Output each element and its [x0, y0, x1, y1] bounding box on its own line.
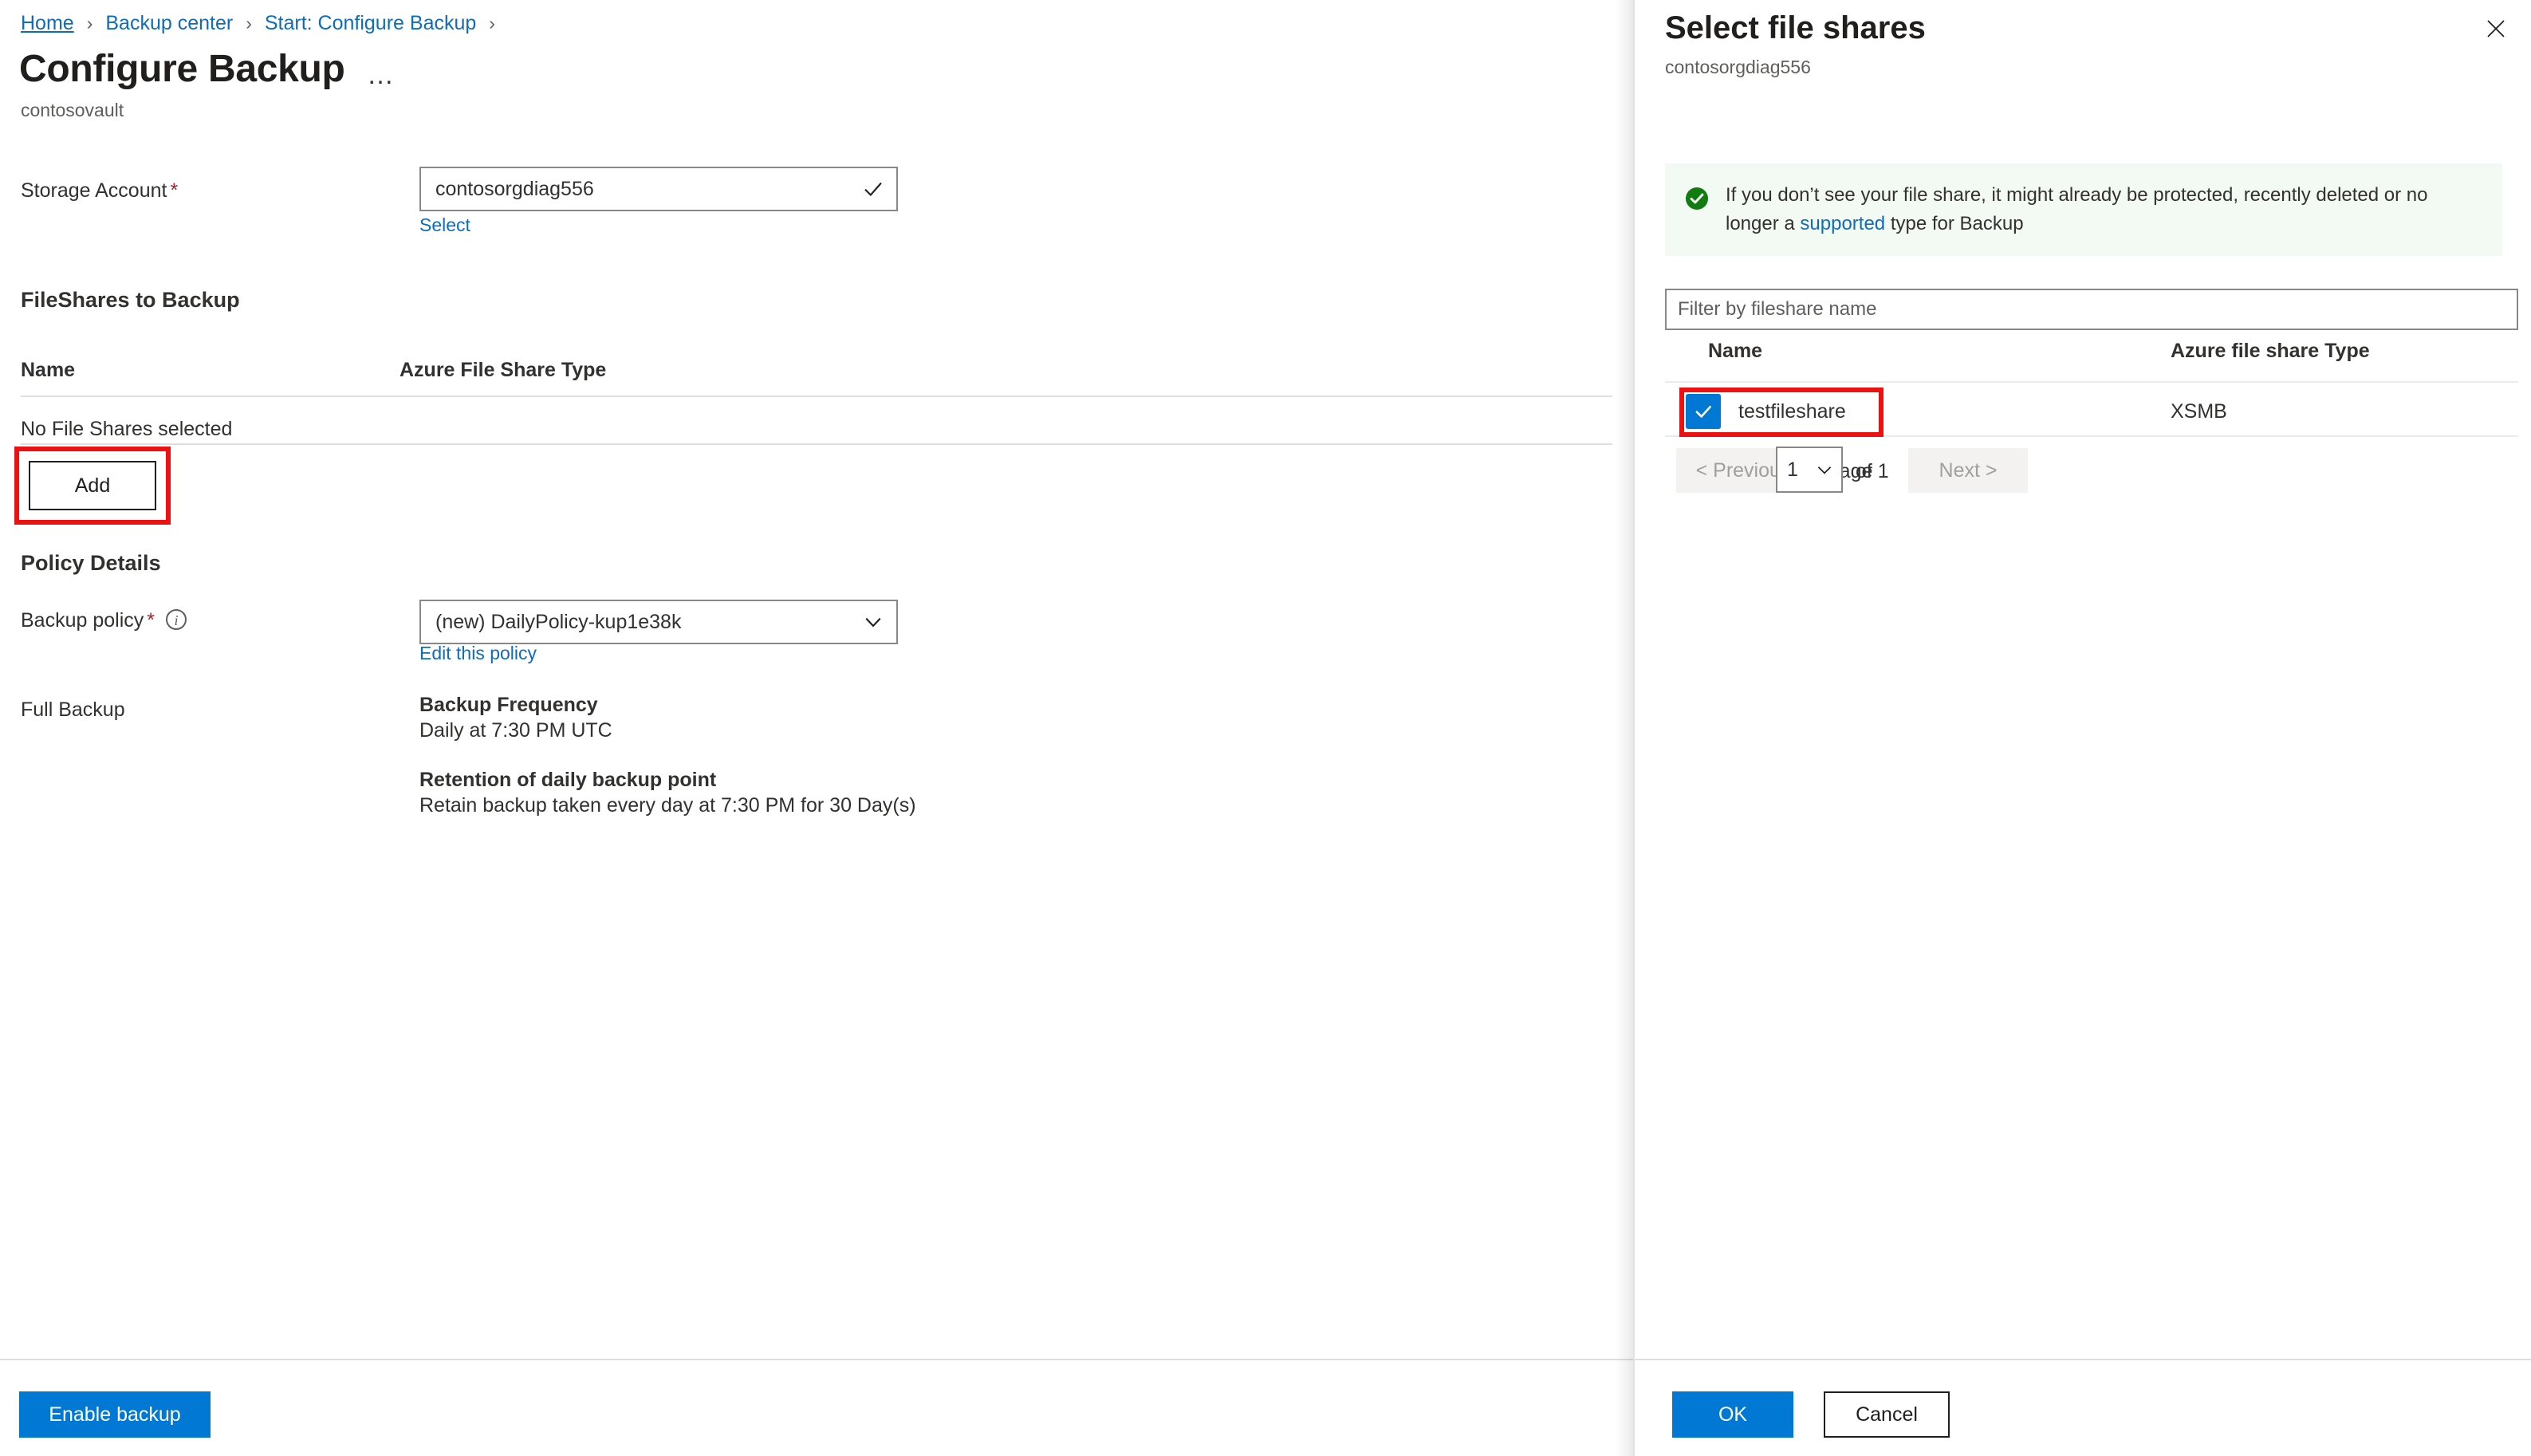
storage-account-select-link[interactable]: Select [419, 214, 470, 236]
pane-table-divider [1665, 381, 2518, 383]
required-marker: * [170, 179, 179, 202]
backup-policy-value: (new) DailyPolicy-kup1e38k [435, 611, 682, 633]
breadcrumb-separator-icon: › [246, 13, 252, 33]
page-number-value: 1 [1787, 458, 1798, 481]
fileshare-checkbox[interactable] [1686, 394, 1721, 429]
breadcrumb-item-start-configure-backup[interactable]: Start: Configure Backup [265, 11, 476, 35]
chevron-down-icon [1817, 466, 1832, 474]
add-fileshare-button[interactable]: Add [29, 461, 156, 510]
page-number-select[interactable]: 1 [1776, 447, 1843, 493]
success-check-icon [1683, 181, 1711, 238]
info-banner-text-after: type for Backup [1890, 213, 2024, 234]
edit-policy-link[interactable]: Edit this policy [419, 642, 537, 664]
column-header-name: Name [21, 359, 76, 381]
ok-button[interactable]: OK [1672, 1391, 1793, 1438]
close-icon[interactable] [2478, 11, 2513, 46]
fileshare-name: testfileshare [1738, 400, 1846, 423]
backup-frequency-heading: Backup Frequency [419, 694, 598, 716]
pane-column-header-type: Azure file share Type [2171, 340, 2370, 362]
close-glyph [2487, 20, 2505, 37]
storage-account-field[interactable]: contosorgdiag556 [419, 167, 898, 211]
backup-frequency-value: Daily at 7:30 PM UTC [419, 719, 612, 742]
supported-types-link[interactable]: supported [1800, 213, 1885, 234]
fileshare-type: XSMB [2171, 400, 2227, 423]
column-header-azure-file-share-type: Azure File Share Type [400, 359, 607, 381]
storage-account-label: Storage Account * [21, 179, 179, 202]
policy-details-section-title: Policy Details [21, 551, 161, 575]
checkmark-icon [1695, 405, 1712, 418]
configure-backup-blade: Home › Backup center › Start: Configure … [0, 0, 1633, 1456]
breadcrumb-separator-icon: › [489, 13, 495, 33]
pane-subtitle: contosorgdiag556 [1665, 57, 1811, 77]
page-total-label: of 1 [1856, 460, 1889, 482]
fileshares-section-title: FileShares to Backup [21, 288, 240, 312]
pane-column-header-name: Name [1708, 340, 1763, 362]
checkmark-icon [864, 182, 882, 197]
page-title: Configure Backup [19, 48, 345, 90]
info-banner: If you don’t see your file share, it mig… [1665, 163, 2502, 256]
full-backup-label: Full Backup [21, 698, 125, 721]
breadcrumb: Home › Backup center › Start: Configure … [21, 11, 508, 35]
breadcrumb-separator-icon: › [86, 13, 93, 33]
table-divider [21, 443, 1612, 445]
backup-policy-label: Backup policy * [21, 608, 187, 632]
fileshare-filter-input[interactable] [1665, 289, 2518, 330]
pane-title: Select file shares [1665, 10, 1926, 45]
backup-policy-dropdown[interactable]: (new) DailyPolicy-kup1e38k [419, 600, 898, 644]
enable-backup-button[interactable]: Enable backup [19, 1391, 211, 1438]
azure-portal-screen: Home › Backup center › Start: Configure … [0, 0, 2531, 1456]
info-banner-text: If you don’t see your file share, it mig… [1726, 181, 2483, 238]
cancel-button[interactable]: Cancel [1824, 1391, 1950, 1438]
table-divider [21, 395, 1612, 397]
breadcrumb-item-home[interactable]: Home [21, 11, 74, 35]
fileshares-empty-row: No File Shares selected [21, 418, 233, 440]
page-subtitle: contosovault [21, 100, 124, 120]
pane-shadow [1616, 0, 1633, 1456]
breadcrumb-item-backup-center[interactable]: Backup center [105, 11, 233, 35]
info-icon[interactable] [165, 608, 187, 632]
retention-heading: Retention of daily backup point [419, 769, 717, 791]
required-marker: * [147, 609, 155, 632]
select-file-shares-pane: Select file shares contosorgdiag556 If y… [1633, 0, 2531, 1456]
pane-footer-divider [1633, 1359, 2531, 1360]
storage-account-value: contosorgdiag556 [435, 178, 594, 200]
pane-table-divider [1665, 435, 2518, 437]
footer-divider [0, 1359, 1633, 1360]
fileshares-table-header: Name Azure File Share Type [21, 349, 1612, 391]
retention-value: Retain backup taken every day at 7:30 PM… [419, 794, 916, 817]
next-page-button[interactable]: Next > [1908, 448, 2028, 493]
chevron-down-icon [865, 617, 881, 628]
more-options-button[interactable]: … [367, 59, 396, 91]
